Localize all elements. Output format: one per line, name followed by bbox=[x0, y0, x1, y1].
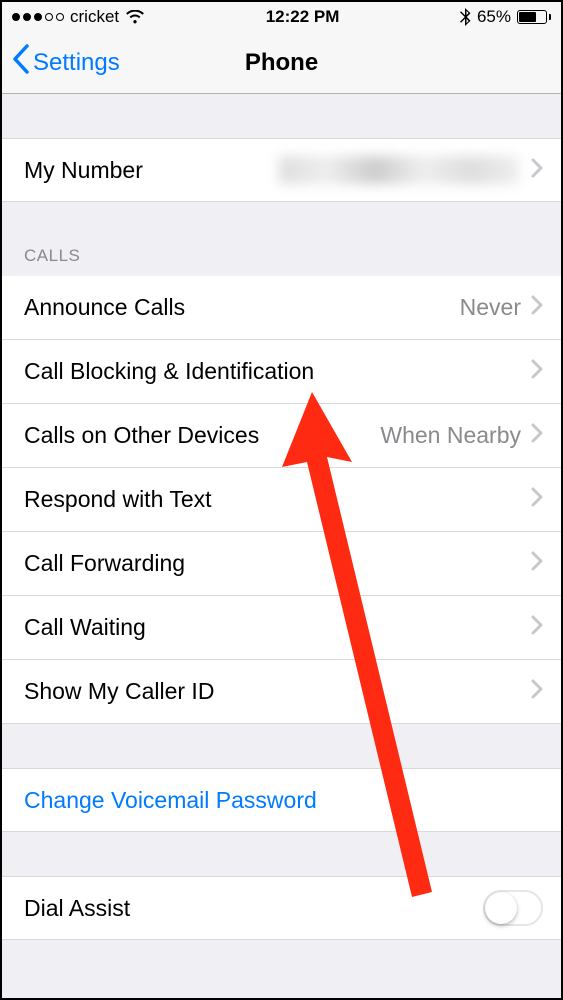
chevron-right-icon bbox=[531, 550, 543, 577]
cell-label: My Number bbox=[24, 157, 279, 184]
redacted-phone-number bbox=[279, 156, 519, 184]
row-call-blocking-identification[interactable]: Call Blocking & Identification bbox=[2, 340, 561, 404]
row-my-number[interactable]: My Number bbox=[2, 138, 561, 202]
chevron-left-icon bbox=[12, 44, 29, 81]
chevron-right-icon bbox=[531, 358, 543, 385]
cell-label: Respond with Text bbox=[24, 486, 531, 513]
nav-bar: Settings Phone bbox=[2, 32, 561, 94]
status-left: cricket bbox=[12, 7, 145, 27]
wifi-icon bbox=[125, 10, 145, 24]
carrier-label: cricket bbox=[70, 7, 119, 27]
cell-label: Calls on Other Devices bbox=[24, 422, 380, 449]
chevron-right-icon bbox=[531, 614, 543, 641]
dial-assist-toggle[interactable] bbox=[483, 890, 543, 926]
battery-icon bbox=[517, 10, 551, 24]
chevron-right-icon bbox=[531, 157, 543, 184]
row-calls-other-devices[interactable]: Calls on Other Devices When Nearby bbox=[2, 404, 561, 468]
cell-label: Show My Caller ID bbox=[24, 678, 531, 705]
chevron-right-icon bbox=[531, 422, 543, 449]
cell-value: When Nearby bbox=[380, 422, 521, 449]
chevron-right-icon bbox=[531, 678, 543, 705]
clock: 12:22 PM bbox=[266, 7, 340, 27]
status-bar: cricket 12:22 PM 65% bbox=[2, 2, 561, 32]
toggle-knob bbox=[485, 892, 517, 924]
row-dial-assist[interactable]: Dial Assist bbox=[2, 876, 561, 940]
cell-label: Dial Assist bbox=[24, 895, 483, 922]
cell-label: Call Blocking & Identification bbox=[24, 358, 531, 385]
signal-strength-icon bbox=[12, 13, 64, 21]
cell-label: Call Waiting bbox=[24, 614, 531, 641]
battery-percent: 65% bbox=[477, 7, 511, 27]
cell-label: Call Forwarding bbox=[24, 550, 531, 577]
phone-settings-screen: cricket 12:22 PM 65% Settings Phone bbox=[0, 0, 563, 1000]
chevron-right-icon bbox=[531, 294, 543, 321]
group-my-number: My Number bbox=[2, 138, 561, 202]
group-voicemail: Change Voicemail Password bbox=[2, 768, 561, 832]
back-button[interactable]: Settings bbox=[12, 44, 120, 81]
back-label: Settings bbox=[33, 49, 120, 77]
row-show-caller-id[interactable]: Show My Caller ID bbox=[2, 660, 561, 724]
cell-label: Announce Calls bbox=[24, 294, 460, 321]
group-calls: CALLS Announce Calls Never Call Blocking… bbox=[2, 238, 561, 724]
status-right: 65% bbox=[460, 7, 551, 27]
chevron-right-icon bbox=[531, 486, 543, 513]
bluetooth-icon bbox=[460, 8, 471, 26]
row-change-voicemail-password[interactable]: Change Voicemail Password bbox=[2, 768, 561, 832]
cell-label: Change Voicemail Password bbox=[24, 787, 543, 814]
group-dial-assist: Dial Assist bbox=[2, 876, 561, 940]
row-call-forwarding[interactable]: Call Forwarding bbox=[2, 532, 561, 596]
row-respond-with-text[interactable]: Respond with Text bbox=[2, 468, 561, 532]
group-header-calls: CALLS bbox=[2, 238, 561, 276]
row-announce-calls[interactable]: Announce Calls Never bbox=[2, 276, 561, 340]
row-call-waiting[interactable]: Call Waiting bbox=[2, 596, 561, 660]
cell-value: Never bbox=[460, 294, 521, 321]
